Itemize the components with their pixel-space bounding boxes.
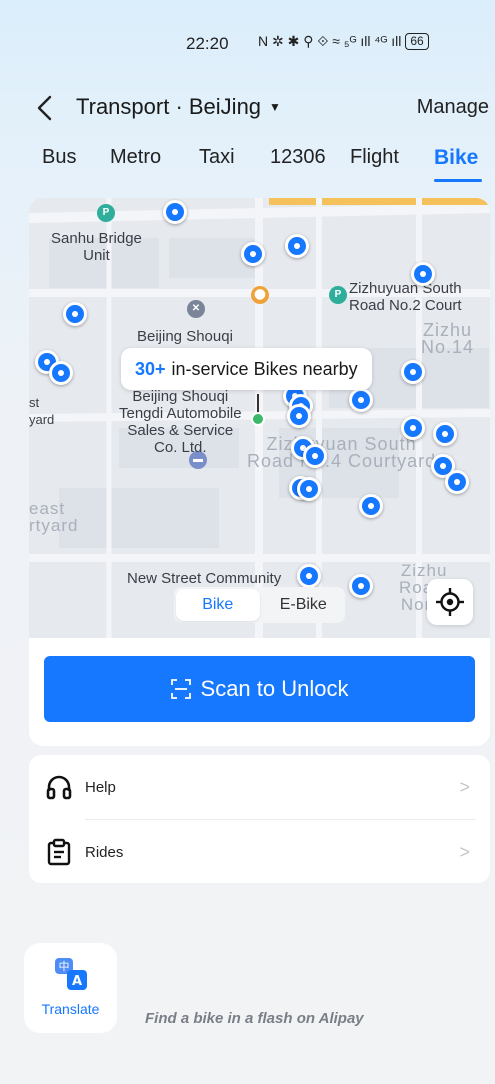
toggle-bike[interactable]: Bike	[176, 589, 260, 621]
back-icon[interactable]	[34, 94, 56, 122]
map-label-east-yard: east rtyard	[29, 499, 79, 535]
map-label-new-street: New Street Community	[127, 570, 282, 587]
status-time: 22:20	[186, 34, 229, 53]
status-icons: N ✲ ✱ ⚲ ⟐ ≈ ₅ᴳ ıll ⁴ᴳ ıll 66	[258, 33, 429, 50]
translate-icon: 中 A	[55, 958, 87, 990]
tab-bus[interactable]: Bus	[42, 146, 76, 169]
bike-type-toggle: Bike E-Bike	[174, 587, 345, 623]
parking-poi-icon: P	[329, 286, 347, 304]
current-location-dot	[251, 412, 265, 426]
bike-marker[interactable]	[401, 416, 425, 440]
bike-marker[interactable]	[287, 404, 311, 428]
scan-to-unlock-button[interactable]: Scan to Unlock	[44, 656, 475, 722]
gas-station-poi-icon: ⬤	[251, 286, 269, 304]
tab-flight[interactable]: Flight	[350, 146, 399, 169]
chevron-right-icon: >	[459, 841, 470, 862]
scan-button-label: Scan to Unlock	[200, 676, 349, 701]
menu-item-help[interactable]: Help >	[29, 755, 490, 819]
bike-count: 30+	[135, 358, 166, 379]
bike-marker[interactable]	[433, 422, 457, 446]
bike-marker[interactable]	[241, 242, 265, 266]
map-label-zizhu-right: Zizhu No.14	[421, 320, 475, 357]
map-label-zizhuyuan-south: Zizhuyuan South Road No.2 Court	[349, 280, 462, 314]
svg-text:中: 中	[59, 960, 70, 973]
service-poi-icon: ✕	[187, 300, 205, 318]
bike-marker[interactable]	[411, 262, 435, 286]
bike-marker[interactable]	[297, 477, 321, 501]
bike-marker[interactable]	[303, 444, 327, 468]
scan-icon	[170, 679, 191, 699]
bike-marker[interactable]	[359, 494, 383, 518]
locate-button[interactable]	[427, 579, 473, 625]
toggle-e-bike[interactable]: E-Bike	[262, 587, 346, 623]
locate-icon	[436, 588, 464, 616]
slogan-text: Find a bike in a flash on Alipay	[145, 1010, 364, 1027]
tab-bike[interactable]: Bike	[434, 146, 478, 170]
menu-card: Help > Rides >	[29, 755, 490, 883]
nearby-bikes-callout: 30+ in-service Bikes nearby	[121, 348, 372, 390]
tab-12306[interactable]: 12306	[270, 146, 326, 169]
status-bar: 22:20 N ✲ ✱ ⚲ ⟐ ≈ ₅ᴳ ıll ⁴ᴳ ıll 66	[0, 0, 495, 80]
active-tab-indicator	[434, 179, 482, 182]
bike-marker[interactable]	[349, 574, 373, 598]
bike-marker[interactable]	[349, 388, 373, 412]
bike-marker[interactable]	[163, 200, 187, 224]
status-indicator-icons: N ✲ ✱ ⚲ ⟐ ≈ ₅ᴳ ıll ⁴ᴳ ıll	[258, 33, 402, 49]
translate-button[interactable]: 中 A Translate	[24, 943, 117, 1033]
bike-marker[interactable]	[297, 564, 321, 588]
battery-icon: 66	[405, 33, 429, 50]
translate-label: Translate	[41, 1001, 100, 1017]
tab-taxi[interactable]: Taxi	[199, 146, 235, 169]
map-label-st-yard: st yard	[29, 395, 55, 427]
manage-button[interactable]: Manage	[417, 96, 489, 119]
callout-text: in-service Bikes nearby	[171, 358, 358, 379]
svg-text:A: A	[72, 974, 82, 989]
header: Transport · BeiJing ▼ Manage	[0, 88, 495, 128]
bike-map-card: P ✕ ⬤ P ▬ Sanhu Bridge Unit Zizhuyuan So…	[29, 198, 490, 746]
menu-label-rides: Rides	[85, 843, 124, 861]
page-title: Transport · BeiJing	[76, 94, 262, 119]
map-label-sanhu: Sanhu Bridge Unit	[51, 230, 142, 264]
headphones-icon	[46, 775, 72, 800]
transport-tabs: Bus Metro Taxi 12306 Flight Bike	[0, 146, 495, 186]
bike-marker[interactable]	[285, 234, 309, 258]
map[interactable]: P ✕ ⬤ P ▬ Sanhu Bridge Unit Zizhuyuan So…	[29, 198, 490, 638]
map-label-zizhuyuan-court: Zizhuyuan South Road No.4 Courtyard	[247, 434, 437, 471]
tab-metro[interactable]: Metro	[110, 146, 161, 169]
menu-item-rides[interactable]: Rides >	[29, 820, 490, 884]
map-label-shouqi-tengdi: Beijing Shouqi Tengdi Automobile Sales &…	[119, 388, 242, 456]
map-label-beijing-shouqi: Beijing Shouqi	[137, 328, 233, 345]
bike-marker[interactable]	[445, 470, 469, 494]
city-selector[interactable]: Transport · BeiJing ▼	[76, 94, 281, 120]
parking-poi-icon: P	[97, 204, 115, 222]
caret-down-icon: ▼	[269, 100, 281, 114]
menu-label-help: Help	[85, 778, 116, 796]
chevron-right-icon: >	[459, 776, 470, 797]
bike-marker[interactable]	[49, 361, 73, 385]
clipboard-icon	[47, 838, 71, 866]
bike-marker[interactable]	[401, 360, 425, 384]
bike-marker[interactable]	[63, 302, 87, 326]
